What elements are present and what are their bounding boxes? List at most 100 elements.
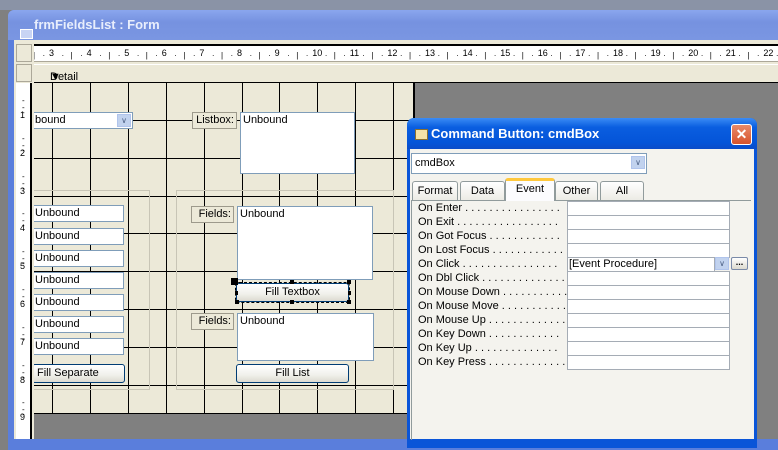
ruler-tick: -: [22, 297, 25, 306]
ruler-tick: ·: [719, 51, 722, 60]
detail-canvas[interactable]: bound ∨ Listbox: Unbound Unbound Unbound …: [34, 83, 415, 414]
ruler-tick: -: [22, 221, 25, 231]
horizontal-ruler[interactable]: 3|··4|··5|··6|··7|··8|··9|··10|··11|··12…: [34, 44, 778, 62]
ruler-tick: ·: [136, 51, 140, 60]
property-row[interactable]: On Dbl Click . . . . . . . . . . . . . .: [418, 271, 758, 286]
ruler-number: 5: [124, 48, 130, 58]
ruler-tick: ·: [99, 51, 102, 60]
grid-line: [34, 157, 413, 159]
ruler-tick: ·: [681, 51, 685, 60]
property-value[interactable]: [567, 201, 730, 216]
resize-handle[interactable]: [235, 300, 239, 304]
property-value[interactable]: [Event Procedure]: [567, 257, 715, 272]
vertical-ruler[interactable]: 1---2---3---4---5---6---7---8---9---: [16, 83, 32, 439]
property-label: On Key Up . . . . . . . . . . . . . .: [418, 342, 558, 354]
ruler-number: 10: [312, 48, 323, 58]
property-row[interactable]: On Mouse Move . . . . . . . . . . .: [418, 299, 758, 314]
property-row[interactable]: On Lost Focus . . . . . . . . . . . .: [418, 243, 758, 258]
property-row[interactable]: On Key Down . . . . . . . . . . . .: [418, 327, 758, 342]
build-button[interactable]: ...: [731, 257, 748, 270]
property-label: On Mouse Up . . . . . . . . . . . . .: [418, 314, 566, 326]
ruler-tick: |: [183, 51, 186, 60]
property-row[interactable]: On Key Up . . . . . . . . . . . . . .: [418, 341, 758, 356]
property-value[interactable]: [567, 229, 730, 244]
form-icon: [20, 29, 33, 39]
fields-listbox[interactable]: Unbound: [237, 313, 374, 361]
detail-section-bar[interactable]: ▼ Detail: [34, 64, 778, 83]
property-label: On Mouse Down . . . . . . . . . . .: [418, 286, 568, 298]
tab-other[interactable]: Other: [555, 181, 598, 200]
property-row[interactable]: On Enter . . . . . . . . . . . . . . . .: [418, 201, 758, 216]
ruler-number: 8: [237, 48, 243, 58]
textbox-7[interactable]: Unbound: [34, 338, 124, 355]
fill-separate-button[interactable]: Fill Separate: [34, 364, 125, 383]
tab-all[interactable]: All: [600, 181, 644, 200]
fill-list-button[interactable]: Fill List: [236, 364, 349, 383]
property-value[interactable]: [567, 215, 730, 230]
textbox-6[interactable]: Unbound: [34, 316, 124, 333]
fields-label-1[interactable]: Fields:: [191, 206, 234, 223]
property-value[interactable]: [567, 341, 730, 356]
tab-event[interactable]: Event: [505, 178, 555, 201]
fields-label-2[interactable]: Fields:: [191, 313, 234, 330]
ruler-tick: ·: [493, 51, 497, 60]
listbox-label[interactable]: Listbox:: [192, 112, 237, 129]
resize-handle[interactable]: [347, 280, 351, 284]
ruler-number: 12: [387, 48, 398, 58]
property-row[interactable]: On Key Press . . . . . . . . . . . . .: [418, 355, 758, 370]
textbox-3[interactable]: Unbound: [34, 250, 124, 267]
ruler-tick: ·: [606, 51, 610, 60]
form-selector[interactable]: [16, 44, 32, 62]
resize-handle[interactable]: [290, 300, 294, 304]
property-sheet-titlebar[interactable]: Command Button: cmdBox ✕: [407, 118, 757, 149]
listbox[interactable]: Unbound: [240, 112, 355, 174]
ruler-number: 14: [462, 48, 473, 58]
resize-handle[interactable]: [235, 291, 238, 295]
ruler-tick: -: [22, 183, 25, 193]
property-row[interactable]: On Mouse Up . . . . . . . . . . . . .: [418, 313, 758, 328]
tab-data[interactable]: Data: [460, 181, 505, 200]
resize-handle[interactable]: [290, 280, 294, 284]
property-value[interactable]: [567, 285, 730, 300]
ruler-tick: ·: [80, 51, 83, 60]
textbox-5[interactable]: Unbound: [34, 294, 124, 311]
property-value[interactable]: [567, 299, 730, 314]
property-value[interactable]: [567, 327, 730, 342]
move-handle[interactable]: [231, 278, 238, 285]
fields-textbox[interactable]: Unbound: [237, 206, 373, 280]
resize-handle[interactable]: [348, 291, 351, 295]
property-value[interactable]: [567, 271, 730, 286]
property-label: On Dbl Click . . . . . . . . . . . . . .: [418, 272, 565, 284]
detail-label: Detail: [50, 71, 79, 83]
resize-handle[interactable]: [347, 300, 351, 304]
textbox-1[interactable]: Unbound: [34, 205, 124, 222]
property-row[interactable]: On Got Focus . . . . . . . . . . . .: [418, 229, 758, 244]
object-selector[interactable]: cmdBox ∨: [411, 153, 647, 174]
ruler-tick: ·: [625, 51, 629, 60]
property-row[interactable]: On Click . . . . . . . . . . . . . . . .…: [418, 257, 758, 272]
property-label: On Got Focus . . . . . . . . . . . .: [418, 230, 560, 242]
property-row[interactable]: On Mouse Down . . . . . . . . . . .: [418, 285, 758, 300]
fields-combo[interactable]: bound ∨: [34, 112, 133, 129]
form-window-title: frmFieldsList : Form: [34, 17, 160, 32]
section-selector[interactable]: [16, 64, 32, 82]
property-row[interactable]: On Exit . . . . . . . . . . . . . . . . …: [418, 215, 758, 230]
chevron-down-icon[interactable]: ∨: [117, 114, 131, 127]
form-window-titlebar[interactable]: frmFieldsList : Form: [8, 10, 778, 40]
property-value[interactable]: [567, 355, 730, 370]
ruler-tick: |: [34, 51, 35, 60]
close-button[interactable]: ✕: [731, 124, 752, 145]
property-value[interactable]: [567, 313, 730, 328]
textbox-2[interactable]: Unbound: [34, 228, 124, 245]
chevron-down-icon[interactable]: ∨: [715, 257, 729, 270]
property-sheet-title: Command Button: cmdBox: [431, 126, 600, 141]
textbox-4[interactable]: Unbound: [34, 272, 124, 289]
property-value[interactable]: [567, 243, 730, 258]
ruler-tick: ·: [418, 51, 422, 60]
ruler-tick: |: [446, 51, 449, 60]
ruler-tick: ·: [475, 51, 478, 60]
ruler-tick: ·: [550, 51, 553, 60]
property-label: On Click . . . . . . . . . . . . . . . .: [418, 258, 558, 270]
tab-format[interactable]: Format: [412, 181, 458, 200]
chevron-down-icon[interactable]: ∨: [631, 156, 645, 169]
